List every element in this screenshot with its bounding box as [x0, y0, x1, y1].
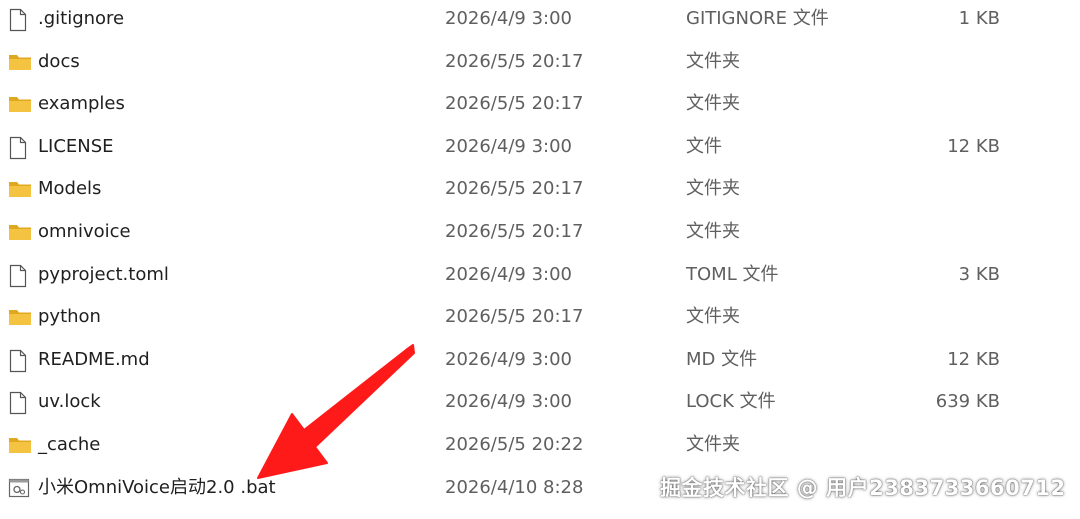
- file-size: 12 KB: [947, 348, 1000, 370]
- folder-icon: [8, 213, 32, 256]
- file-size: 1 KB: [958, 8, 1000, 29]
- file-name: pyproject.toml: [38, 263, 169, 285]
- file-name: _cache: [38, 433, 101, 455]
- file-row-python[interactable]: python 2026/5/5 20:17 文件夹: [0, 298, 1080, 341]
- folder-icon: [8, 298, 32, 341]
- file-name: python: [38, 306, 101, 328]
- file-date: 2026/4/9 3:00: [445, 135, 572, 157]
- file-type: 文件夹: [686, 220, 740, 242]
- file-explorer-view: .gitignore 2026/4/9 3:00 GITIGNORE 文件 1 …: [0, 0, 1080, 519]
- file-date: 2026/5/5 20:17: [445, 50, 584, 72]
- file-date: 2026/4/9 3:00: [445, 8, 572, 29]
- file-date: 2026/5/5 20:17: [445, 178, 584, 200]
- file-name: examples: [38, 93, 125, 115]
- file-row-gitignore[interactable]: .gitignore 2026/4/9 3:00 GITIGNORE 文件 1 …: [0, 0, 1080, 43]
- folder-icon: [8, 85, 32, 128]
- file-size: [860, 85, 1000, 128]
- file-list: .gitignore 2026/4/9 3:00 GITIGNORE 文件 1 …: [0, 0, 1080, 511]
- file-row-readme[interactable]: README.md 2026/4/9 3:00 MD 文件 12 KB: [0, 341, 1080, 384]
- file-size: [860, 43, 1000, 86]
- file-size: 12 KB: [947, 135, 1000, 157]
- file-icon: [8, 128, 32, 171]
- file-type: GITIGNORE 文件: [686, 8, 829, 29]
- file-name: omnivoice: [38, 220, 131, 242]
- file-date: 2026/4/10 8:28: [445, 476, 584, 498]
- file-type: 文件夹: [686, 306, 740, 328]
- folder-icon: [8, 170, 32, 213]
- file-row-models[interactable]: Models 2026/5/5 20:17 文件夹: [0, 170, 1080, 213]
- file-type: 文件夹: [686, 93, 740, 115]
- file-date: 2026/5/5 20:17: [445, 93, 584, 115]
- file-size: 3 KB: [958, 263, 1000, 285]
- file-row-examples[interactable]: examples 2026/5/5 20:17 文件夹: [0, 85, 1080, 128]
- file-type: TOML 文件: [686, 263, 779, 285]
- folder-icon: [8, 43, 32, 86]
- file-name: README.md: [38, 348, 150, 370]
- file-date: 2026/4/9 3:00: [445, 348, 572, 370]
- file-icon: [8, 341, 32, 384]
- file-size: [860, 213, 1000, 256]
- file-type: 文件夹: [686, 433, 740, 455]
- file-type: 文件夹: [686, 50, 740, 72]
- file-type: 文件夹: [686, 178, 740, 200]
- file-size: 639 KB: [935, 391, 1000, 413]
- file-name: LICENSE: [38, 135, 114, 157]
- file-row-omnivoice[interactable]: omnivoice 2026/5/5 20:17 文件夹: [0, 213, 1080, 256]
- file-row-docs[interactable]: docs 2026/5/5 20:17 文件夹: [0, 43, 1080, 86]
- file-type: 文件: [686, 135, 722, 157]
- file-row-license[interactable]: LICENSE 2026/4/9 3:00 文件 12 KB: [0, 128, 1080, 171]
- file-type: MD 文件: [686, 348, 758, 370]
- folder-icon: [8, 426, 32, 469]
- file-size: [860, 426, 1000, 469]
- file-size: [860, 170, 1000, 213]
- file-date: 2026/5/5 20:22: [445, 433, 584, 455]
- file-date: 2026/4/9 3:00: [445, 263, 572, 285]
- watermark: 掘金技术社区 @ 用户2383733660712: [660, 476, 1066, 500]
- file-name: docs: [38, 50, 80, 72]
- file-date: 2026/5/5 20:17: [445, 220, 584, 242]
- batch-file-icon: [8, 469, 32, 512]
- file-row-cache[interactable]: _cache 2026/5/5 20:22 文件夹: [0, 426, 1080, 469]
- file-name: Models: [38, 178, 102, 200]
- file-icon: [8, 383, 32, 426]
- file-name: 小米OmniVoice启动2.0 .bat: [38, 476, 276, 498]
- file-name: uv.lock: [38, 391, 101, 413]
- file-size: [860, 298, 1000, 341]
- file-date: 2026/5/5 20:17: [445, 306, 584, 328]
- file-name: .gitignore: [38, 8, 125, 29]
- file-icon: [8, 256, 32, 299]
- file-date: 2026/4/9 3:00: [445, 391, 572, 413]
- file-type: LOCK 文件: [686, 391, 776, 413]
- file-row-pyproject[interactable]: pyproject.toml 2026/4/9 3:00 TOML 文件 3 K…: [0, 256, 1080, 299]
- file-row-uvlock[interactable]: uv.lock 2026/4/9 3:00 LOCK 文件 639 KB: [0, 383, 1080, 426]
- file-icon: [8, 0, 32, 43]
